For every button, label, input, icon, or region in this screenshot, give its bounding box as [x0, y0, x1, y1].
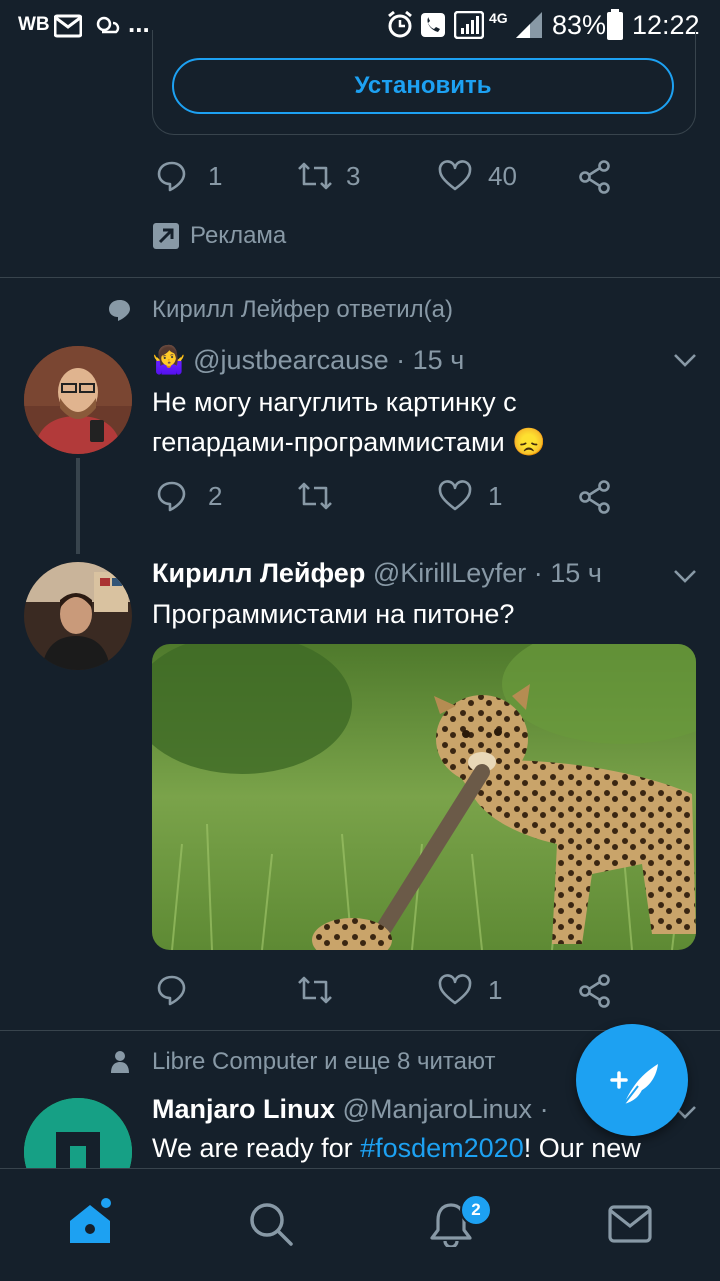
chevron-down-icon[interactable] — [672, 350, 698, 370]
retweet-button[interactable] — [296, 480, 334, 512]
user-name[interactable]: Manjaro Linux — [152, 1094, 335, 1124]
reply-context-icon — [109, 300, 130, 321]
reply-icon — [157, 161, 186, 192]
avatar-photo — [24, 562, 132, 670]
ad-retweet-button[interactable]: 3 — [296, 160, 360, 192]
network-type-label: 4G — [489, 10, 508, 26]
hashtag-link[interactable]: #fosdem2020 — [360, 1133, 524, 1163]
share-button[interactable] — [578, 480, 612, 514]
share-icon — [579, 974, 610, 1008]
tweet-media-image[interactable] — [152, 644, 696, 950]
home-icon — [70, 1198, 111, 1243]
reply-icon — [157, 481, 186, 512]
like-count: 1 — [488, 480, 503, 511]
avatar[interactable] — [24, 1098, 132, 1168]
install-button[interactable]: Установить — [172, 58, 674, 114]
shrug-emoji: 🤷‍♀️ — [152, 345, 186, 375]
retweet-icon — [298, 976, 332, 1004]
bottom-navigation — [0, 1168, 720, 1281]
tweet-header: 🤷‍♀️ @justbearcause · 15 ч — [152, 344, 464, 376]
nav-messages[interactable] — [608, 1205, 652, 1248]
tweet-time: · 15 ч — [396, 345, 465, 375]
ad-share-button[interactable] — [578, 160, 612, 194]
share-button[interactable] — [578, 974, 612, 1008]
reply-button[interactable] — [156, 974, 188, 1006]
compose-icon — [610, 1064, 658, 1105]
person-icon — [111, 1051, 129, 1073]
promoted-icon — [153, 223, 179, 249]
leopard-photo — [152, 644, 696, 950]
chevron-down-icon[interactable] — [672, 566, 698, 586]
avatar-photo — [24, 346, 132, 454]
ad-like-button[interactable]: 40 — [438, 160, 517, 192]
ad-reply-count: 1 — [208, 160, 223, 191]
thread-line — [76, 458, 80, 554]
heart-icon — [438, 480, 472, 511]
heart-icon — [438, 160, 472, 191]
compose-tweet-button[interactable] — [576, 1024, 688, 1136]
follow-context: Libre Computer и еще 8 читают — [110, 1048, 495, 1076]
search-icon — [250, 1203, 293, 1246]
weather-status-icon — [96, 16, 120, 34]
user-handle[interactable]: @ManjaroLinux — [343, 1094, 533, 1124]
like-count: 1 — [488, 974, 503, 1005]
ad-like-count: 40 — [488, 160, 517, 191]
ad-retweet-count: 3 — [346, 160, 361, 191]
reply-context: Кирилл Лейфер ответил(а) — [108, 296, 453, 324]
promoted-label: Реклама — [152, 222, 286, 250]
user-name[interactable]: Кирилл Лейфер — [152, 558, 365, 588]
retweet-icon — [298, 482, 332, 510]
tweet-header: Кирилл Лейфер @KirillLeyfer · 15 ч — [152, 558, 602, 589]
nav-home[interactable] — [66, 1197, 116, 1252]
manjaro-logo — [24, 1098, 132, 1168]
share-icon — [579, 160, 610, 194]
tweet-text: We are ready for #fosdem2020! Our new — [152, 1133, 641, 1163]
reply-button[interactable]: 2 — [156, 480, 222, 512]
status-more: ... — [128, 8, 150, 38]
heart-icon — [438, 974, 472, 1005]
like-button[interactable]: 1 — [438, 974, 502, 1006]
sad-emoji: 😞 — [512, 427, 546, 457]
tweet-time: · 15 ч — [533, 558, 602, 588]
like-button[interactable]: 1 — [438, 480, 502, 512]
user-handle[interactable]: @justbearcause — [193, 345, 389, 375]
share-icon — [579, 480, 610, 514]
nav-search[interactable] — [248, 1201, 294, 1252]
carrier-label: WB — [18, 14, 50, 35]
mail-status-icon — [54, 14, 82, 38]
user-handle[interactable]: @KirillLeyfer — [373, 558, 526, 588]
retweet-icon — [298, 162, 332, 190]
reply-icon — [157, 975, 186, 1006]
retweet-button[interactable] — [296, 974, 334, 1006]
notifications-badge: 2 — [460, 1194, 492, 1226]
ad-reply-button[interactable]: 1 — [156, 160, 222, 192]
reply-count: 2 — [208, 480, 223, 511]
mail-icon — [608, 1205, 652, 1243]
tweet-time: · — [539, 1094, 549, 1124]
tweet-text: Программистами на питоне? — [152, 599, 515, 629]
tweet-header: Manjaro Linux @ManjaroLinux · — [152, 1094, 549, 1125]
tweet-divider — [0, 277, 720, 278]
avatar[interactable] — [24, 346, 132, 454]
avatar[interactable] — [24, 562, 132, 670]
tweet-text: Не могу нагуглить картинку с гепардами-п… — [152, 387, 546, 457]
